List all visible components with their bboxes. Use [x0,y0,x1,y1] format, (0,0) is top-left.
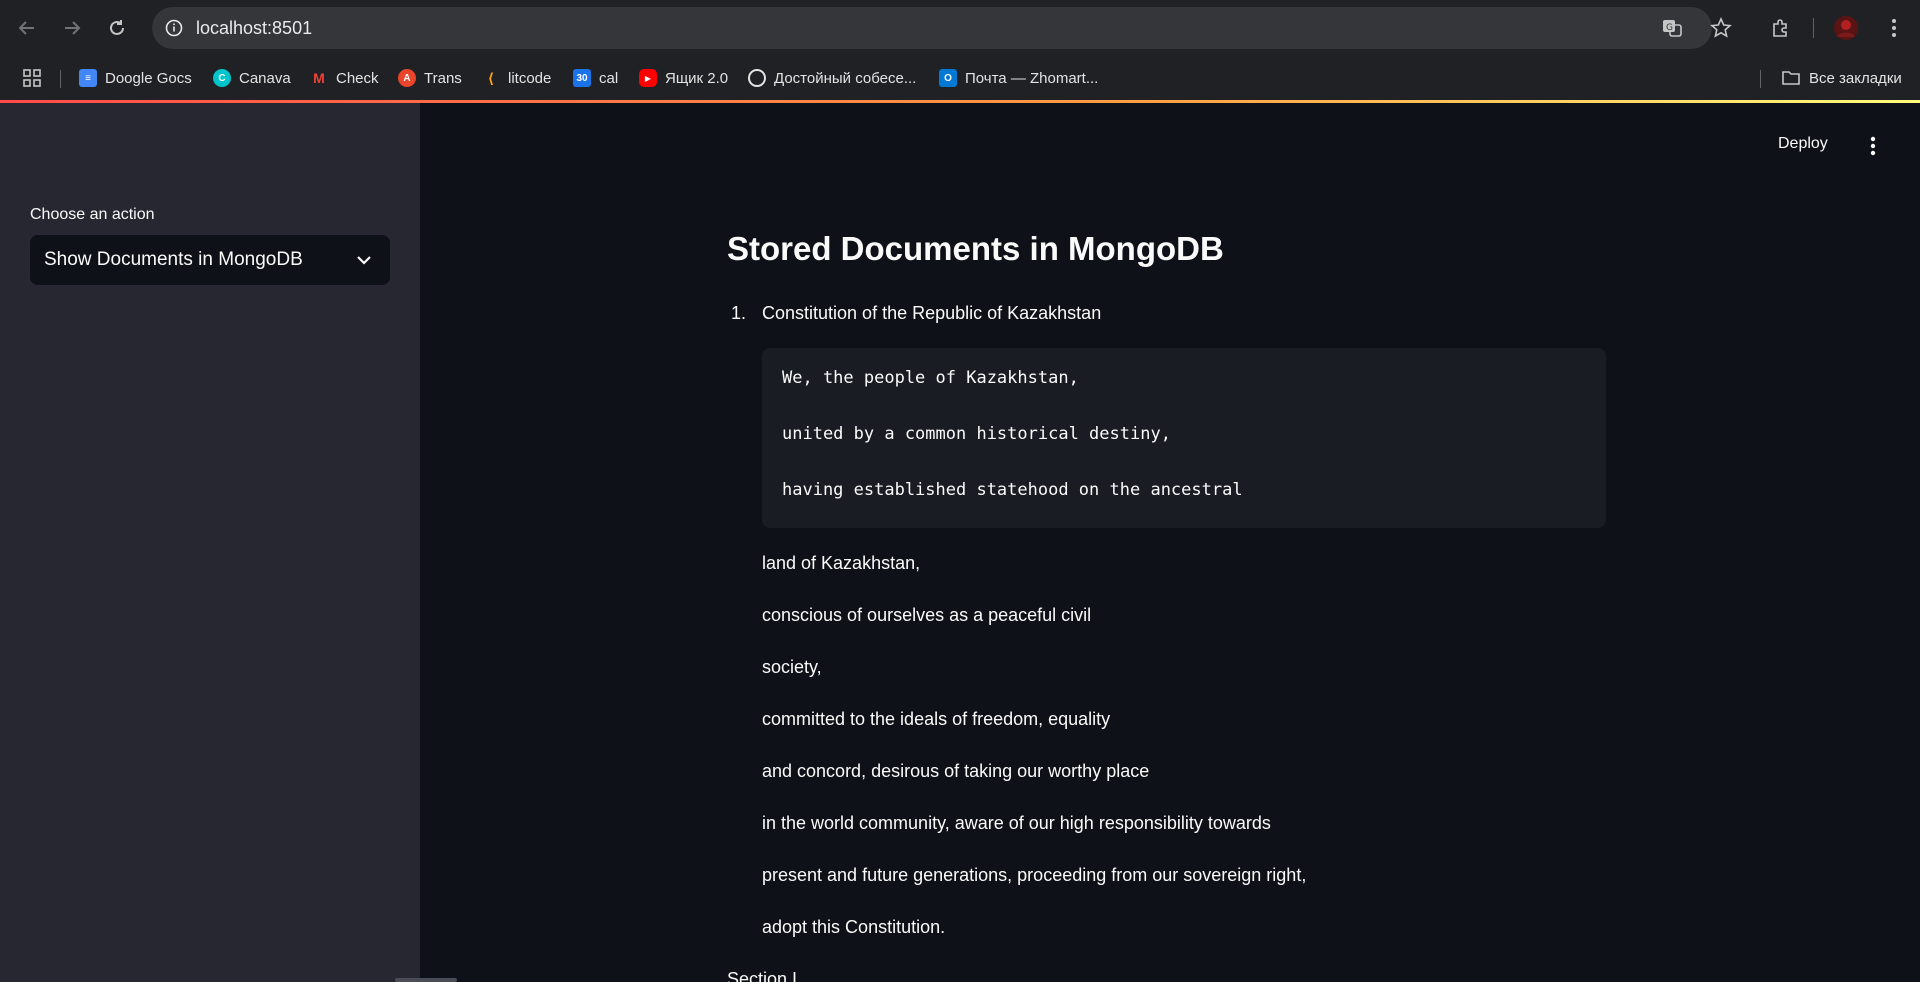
main-content: Deploy Stored Documents in MongoDB 1. Co… [420,103,1920,982]
bookmark-canava[interactable]: C Canava [213,66,291,90]
back-arrow-icon[interactable] [12,13,42,43]
action-select-value: Show Documents in MongoDB [44,249,303,270]
deploy-button[interactable]: Deploy [1778,135,1828,153]
translate-bookmark-icon: A [398,69,416,87]
bookmark-label: Достойный собесе... [774,69,917,87]
code-line: united by a common historical destiny, [782,424,1171,444]
code-block: We, the people of Kazakhstan, united by … [762,348,1606,528]
document-paragraph: conscious of ourselves as a peaceful civ… [762,605,1092,625]
action-select[interactable]: Show Documents in MongoDB [30,235,390,285]
bookmarks-bar: ≡ Doogle Gocs C Canava M Check A Trans ⟨… [0,56,1920,100]
canva-icon: C [213,69,231,87]
folder-icon [1782,71,1800,85]
google-docs-icon: ≡ [79,69,97,87]
openai-icon [748,69,766,87]
address-bar[interactable]: localhost:8501 G [152,7,1732,49]
all-bookmarks-label: Все закладки [1809,69,1902,87]
bookmark-trans[interactable]: A Trans [398,66,462,90]
bookmarks-divider [60,70,61,88]
youtube-icon: ▶ [639,69,657,87]
bookmark-label: cal [599,69,619,87]
document-paragraph: and concord, desirous of taking our wort… [762,761,1150,781]
horizontal-scrollbar[interactable] [395,978,457,982]
profile-avatar[interactable] [1832,14,1860,42]
document-paragraph: society, [762,657,822,677]
section-heading: Section I [727,969,798,982]
bookmark-label: Doogle Gocs [105,69,192,87]
bookmark-doogle-gocs[interactable]: ≡ Doogle Gocs [79,66,192,90]
url-text[interactable]: localhost:8501 [196,18,312,39]
document-paragraph: present and future generations, proceedi… [762,865,1307,885]
document-paragraph: land of Kazakhstan, [762,553,921,573]
bookmark-pochta[interactable]: O Почта — Zhomart... [939,66,1098,90]
extensions-icon[interactable] [1767,14,1795,42]
browser-toolbar: localhost:8501 G [0,0,1920,56]
bookmark-label: Ящик 2.0 [665,69,729,87]
bookmark-dostoyny[interactable]: Достойный собесе... [748,66,916,90]
code-line: We, the people of Kazakhstan, [782,368,1079,388]
code-line: having established statehood on the ance… [782,480,1243,500]
main-menu-icon[interactable] [1860,133,1886,159]
apps-grid-icon[interactable] [22,66,42,90]
bookmark-star-icon[interactable] [1709,16,1733,40]
chevron-down-icon [357,256,371,265]
svg-text:G: G [1666,23,1673,33]
bookmarks-divider [1760,70,1761,88]
sidebar: Choose an action Show Documents in Mongo… [0,103,420,982]
toolbar-divider [1813,18,1814,38]
document-paragraph: adopt this Constitution. [762,917,946,937]
outlook-icon: O [939,69,957,87]
document-title: Constitution of the Republic of Kazakhst… [762,303,1102,323]
document-paragraph: in the world community, aware of our hig… [762,813,1271,833]
calendar-icon: 30 [573,69,591,87]
translate-icon[interactable]: G [1660,16,1684,40]
bookmark-label: Почта — Zhomart... [965,69,1099,87]
leetcode-icon: ⟨ [487,69,495,86]
browser-menu-icon[interactable] [1880,14,1908,42]
page-title: Stored Documents in MongoDB [727,230,1224,267]
bookmark-label: Canava [239,69,291,87]
site-info-icon[interactable] [160,14,188,42]
bookmark-cal[interactable]: 30 cal [573,66,618,90]
forward-arrow-icon[interactable] [57,13,87,43]
bookmark-litcode[interactable]: ⟨ litcode [482,66,552,90]
reload-icon[interactable] [102,13,132,43]
action-select-label: Choose an action [30,206,155,223]
bookmark-label: litcode [508,69,552,87]
gmail-icon: M [313,70,325,86]
bookmark-check[interactable]: M Check [310,66,379,90]
bookmark-label: Check [336,69,379,87]
all-bookmarks-folder[interactable]: Все закладки [1781,66,1902,90]
list-item-number: 1. [731,303,747,323]
document-paragraph: committed to the ideals of freedom, equa… [762,709,1111,729]
bookmark-yashchik[interactable]: ▶ Ящик 2.0 [639,66,728,90]
bookmark-label: Trans [424,69,462,87]
